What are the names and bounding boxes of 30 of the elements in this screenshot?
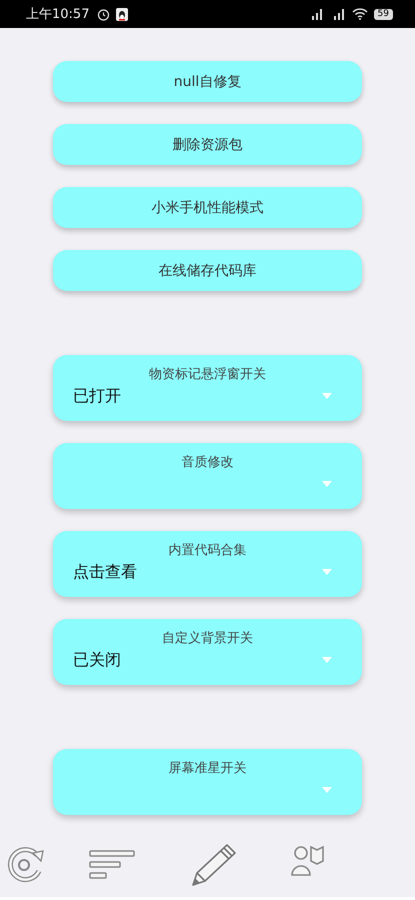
caret-icon <box>322 481 332 487</box>
dropdown-card[interactable]: 物资标记悬浮窗开关 已打开 <box>53 355 362 421</box>
alarm-icon <box>97 8 110 20</box>
action-button[interactable]: null自修复 <box>53 61 362 102</box>
action-button[interactable]: 删除资源包 <box>53 124 362 165</box>
dropdown-title: 音质修改 <box>182 454 234 472</box>
dropdown-card[interactable]: 自定义背景开关 已关闭 <box>53 619 362 685</box>
list-icon[interactable] <box>89 850 135 880</box>
action-button[interactable]: 小米手机性能模式 <box>53 187 362 228</box>
status-time: 上午10:57 <box>26 6 90 23</box>
caret-icon <box>322 569 332 575</box>
dropdown-value: 点击查看 <box>73 562 137 582</box>
app-notification-icon <box>116 8 128 20</box>
caret-icon <box>322 657 332 663</box>
pencil-icon[interactable] <box>190 843 236 887</box>
caret-icon <box>322 393 332 399</box>
dropdown-value: 已打开 <box>73 386 121 406</box>
dropdown-title: 自定义背景开关 <box>162 630 253 648</box>
dropdown-card[interactable]: 音质修改 <box>53 443 362 509</box>
refresh-icon[interactable] <box>7 847 47 883</box>
action-button[interactable]: 在线储存代码库 <box>53 250 362 291</box>
wifi-icon <box>352 8 368 20</box>
dropdown-title: 屏幕准星开关 <box>168 760 246 778</box>
dropdown-title: 内置代码合集 <box>168 542 246 560</box>
dropdown-title: 物资标记悬浮窗开关 <box>149 366 266 384</box>
battery-level: 59 <box>374 8 393 20</box>
dropdown-card[interactable]: 屏幕准星开关 <box>53 749 362 815</box>
caret-icon <box>322 787 332 793</box>
dropdown-value: 已关闭 <box>73 650 121 670</box>
dropdown-card[interactable]: 内置代码合集 点击查看 <box>53 531 362 597</box>
